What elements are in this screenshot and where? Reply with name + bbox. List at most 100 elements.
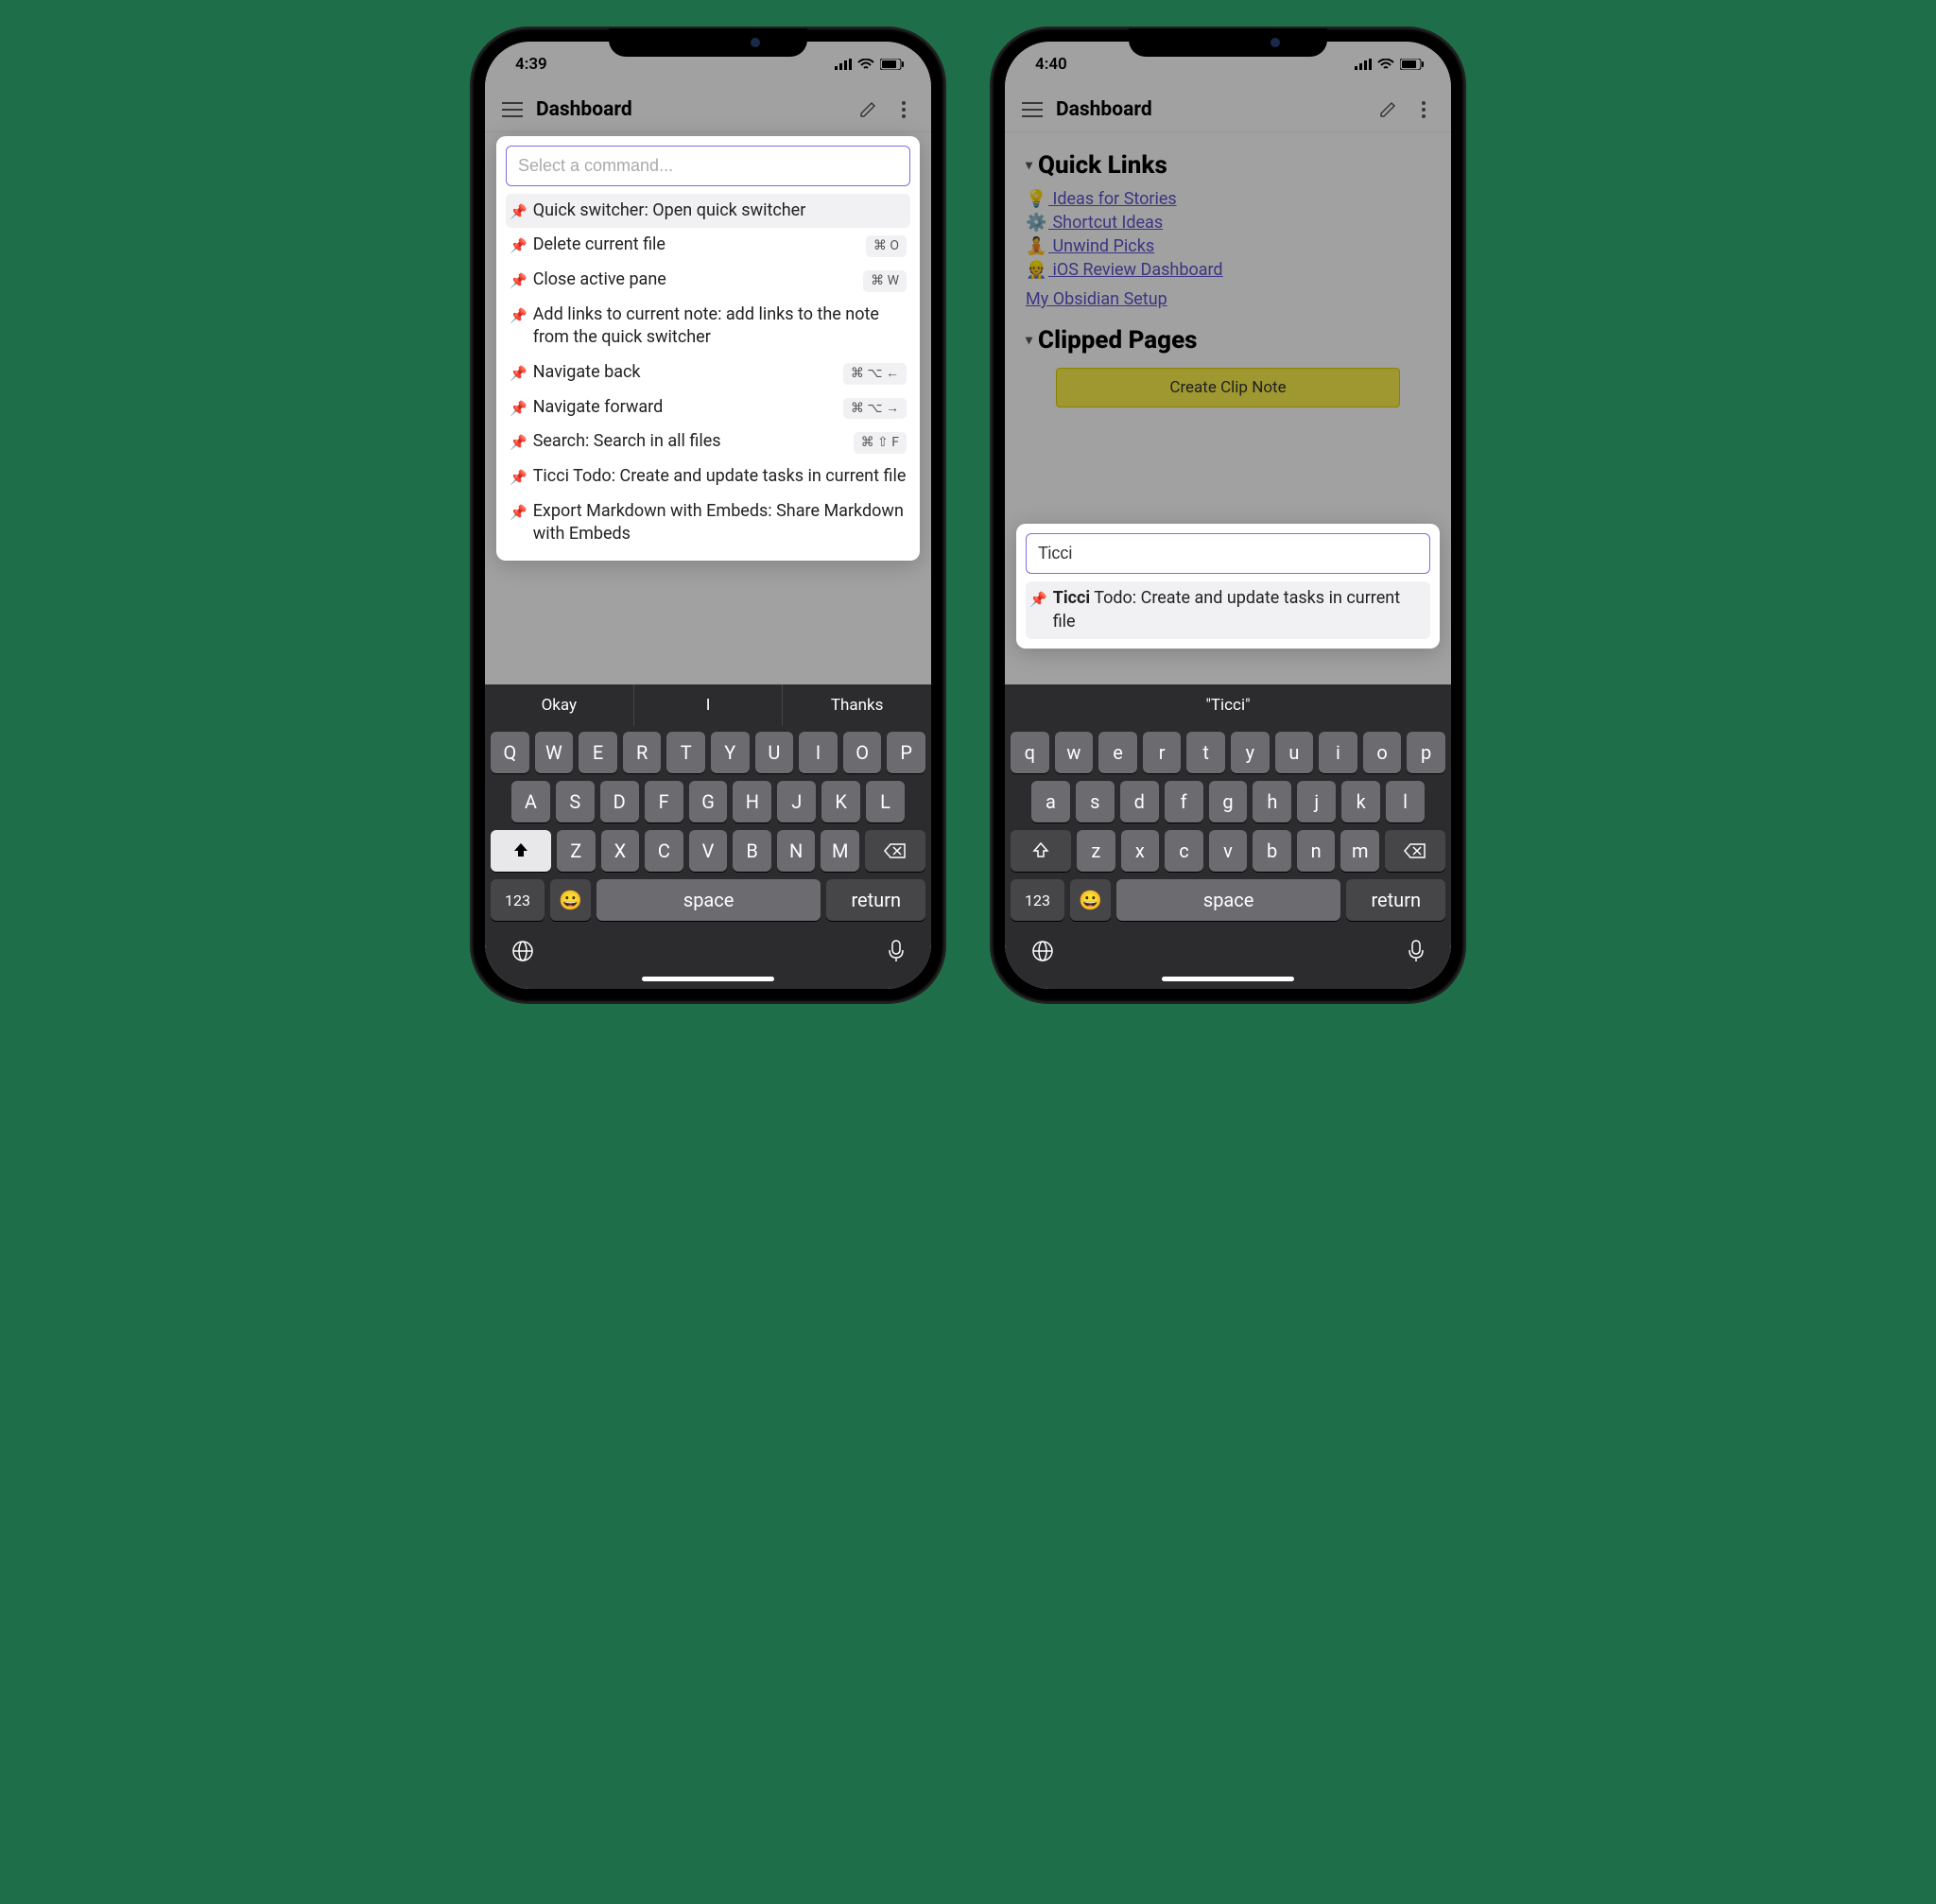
pin-icon: 📌 [1029, 590, 1047, 609]
pin-icon: 📌 [510, 236, 527, 255]
command-item[interactable]: 📌 Ticci Todo: Create and update tasks in… [1026, 581, 1430, 639]
key-n[interactable]: n [1297, 830, 1336, 872]
key-j[interactable]: J [777, 781, 816, 822]
key-l[interactable]: l [1386, 781, 1425, 822]
key-b[interactable]: b [1253, 830, 1291, 872]
command-item[interactable]: 📌Search: Search in all files⌘ ⇧ F [506, 424, 910, 459]
key-x[interactable]: X [601, 830, 640, 872]
globe-icon[interactable] [1031, 940, 1054, 962]
command-item[interactable]: 📌Export Markdown with Embeds: Share Mark… [506, 494, 910, 552]
key-a[interactable]: a [1031, 781, 1070, 822]
key-m[interactable]: M [821, 830, 859, 872]
command-palette: 📌Quick switcher: Open quick switcher📌Del… [496, 136, 920, 561]
key-n[interactable]: N [777, 830, 816, 872]
space-key[interactable]: space [596, 879, 821, 921]
shortcut-badge: ⌘ ⌥ → [843, 398, 907, 420]
key-a[interactable]: A [511, 781, 550, 822]
phone-left: 4:39 Dashboard 📌Quick switcher: Open qui… [472, 28, 944, 1002]
key-f[interactable]: f [1165, 781, 1203, 822]
key-o[interactable]: o [1363, 732, 1402, 773]
key-g[interactable]: G [689, 781, 728, 822]
shift-key[interactable] [1011, 830, 1071, 872]
globe-icon[interactable] [511, 940, 534, 962]
suggestion-bar: "Ticci" [1005, 684, 1451, 726]
key-k[interactable]: K [821, 781, 860, 822]
command-item[interactable]: 📌Quick switcher: Open quick switcher [506, 194, 910, 228]
key-q[interactable]: Q [491, 732, 529, 773]
key-r[interactable]: R [623, 732, 662, 773]
key-d[interactable]: d [1120, 781, 1159, 822]
key-u[interactable]: u [1275, 732, 1314, 773]
suggestion[interactable]: I [634, 684, 784, 726]
return-key[interactable]: return [826, 879, 925, 921]
key-h[interactable]: H [733, 781, 771, 822]
numbers-key[interactable]: 123 [491, 879, 544, 921]
key-u[interactable]: U [755, 732, 794, 773]
key-y[interactable]: y [1231, 732, 1270, 773]
key-z[interactable]: Z [557, 830, 596, 872]
key-s[interactable]: S [556, 781, 595, 822]
command-item[interactable]: 📌Navigate forward⌘ ⌥ → [506, 390, 910, 425]
key-e[interactable]: e [1098, 732, 1137, 773]
command-search-input[interactable] [506, 146, 910, 186]
key-f[interactable]: F [645, 781, 683, 822]
command-palette: 📌 Ticci Todo: Create and update tasks in… [1016, 524, 1440, 649]
home-indicator[interactable] [1162, 977, 1294, 981]
pin-icon: 📌 [510, 468, 527, 487]
key-k[interactable]: k [1341, 781, 1380, 822]
home-indicator[interactable] [642, 977, 774, 981]
keyboard[interactable]: Okay I Thanks QWERTYUIOP ASDFGHJKL ZXCVB… [485, 684, 931, 989]
command-item[interactable]: 📌Delete current file⌘ O [506, 228, 910, 263]
key-p[interactable]: P [887, 732, 925, 773]
backspace-key[interactable] [1385, 830, 1445, 872]
numbers-key[interactable]: 123 [1011, 879, 1064, 921]
key-s[interactable]: s [1076, 781, 1115, 822]
key-i[interactable]: I [799, 732, 838, 773]
key-m[interactable]: m [1340, 830, 1379, 872]
suggestion[interactable]: "Ticci" [1005, 684, 1451, 726]
key-w[interactable]: W [535, 732, 574, 773]
key-t[interactable]: t [1186, 732, 1225, 773]
key-i[interactable]: i [1319, 732, 1357, 773]
command-item[interactable]: 📌Navigate back⌘ ⌥ ← [506, 355, 910, 390]
key-w[interactable]: w [1055, 732, 1094, 773]
command-item[interactable]: 📌Close active pane⌘ W [506, 263, 910, 298]
backspace-key[interactable] [865, 830, 925, 872]
key-c[interactable]: c [1165, 830, 1203, 872]
key-q[interactable]: q [1011, 732, 1049, 773]
key-c[interactable]: C [645, 830, 683, 872]
return-key[interactable]: return [1346, 879, 1445, 921]
key-z[interactable]: z [1077, 830, 1115, 872]
command-item[interactable]: 📌Ticci Todo: Create and update tasks in … [506, 459, 910, 493]
key-l[interactable]: L [866, 781, 905, 822]
pin-icon: 📌 [510, 202, 527, 221]
key-x[interactable]: x [1121, 830, 1160, 872]
key-v[interactable]: V [689, 830, 728, 872]
mic-icon[interactable] [1408, 940, 1425, 962]
key-o[interactable]: O [843, 732, 882, 773]
key-h[interactable]: h [1253, 781, 1291, 822]
key-y[interactable]: Y [711, 732, 750, 773]
pin-icon: 📌 [510, 503, 527, 522]
suggestion[interactable]: Okay [485, 684, 634, 726]
keyboard[interactable]: "Ticci" qwertyuiop asdfghjkl zxcvbnm 123… [1005, 684, 1451, 989]
key-d[interactable]: D [600, 781, 639, 822]
command-list: 📌 Ticci Todo: Create and update tasks in… [1026, 581, 1430, 639]
space-key[interactable]: space [1116, 879, 1341, 921]
screen-right: 4:40 Dashboard ▾Quick Links 💡 Ideas for … [1005, 42, 1451, 989]
emoji-key[interactable]: 😀 [1070, 879, 1111, 921]
emoji-key[interactable]: 😀 [550, 879, 591, 921]
key-g[interactable]: g [1209, 781, 1248, 822]
command-item[interactable]: 📌Add links to current note: add links to… [506, 298, 910, 355]
key-b[interactable]: B [733, 830, 771, 872]
key-v[interactable]: v [1209, 830, 1248, 872]
key-p[interactable]: p [1407, 732, 1445, 773]
key-j[interactable]: j [1297, 781, 1336, 822]
suggestion[interactable]: Thanks [783, 684, 931, 726]
shift-key[interactable] [491, 830, 551, 872]
key-r[interactable]: r [1143, 732, 1182, 773]
command-search-input[interactable] [1026, 533, 1430, 574]
mic-icon[interactable] [888, 940, 905, 962]
key-t[interactable]: T [666, 732, 705, 773]
key-e[interactable]: E [579, 732, 617, 773]
